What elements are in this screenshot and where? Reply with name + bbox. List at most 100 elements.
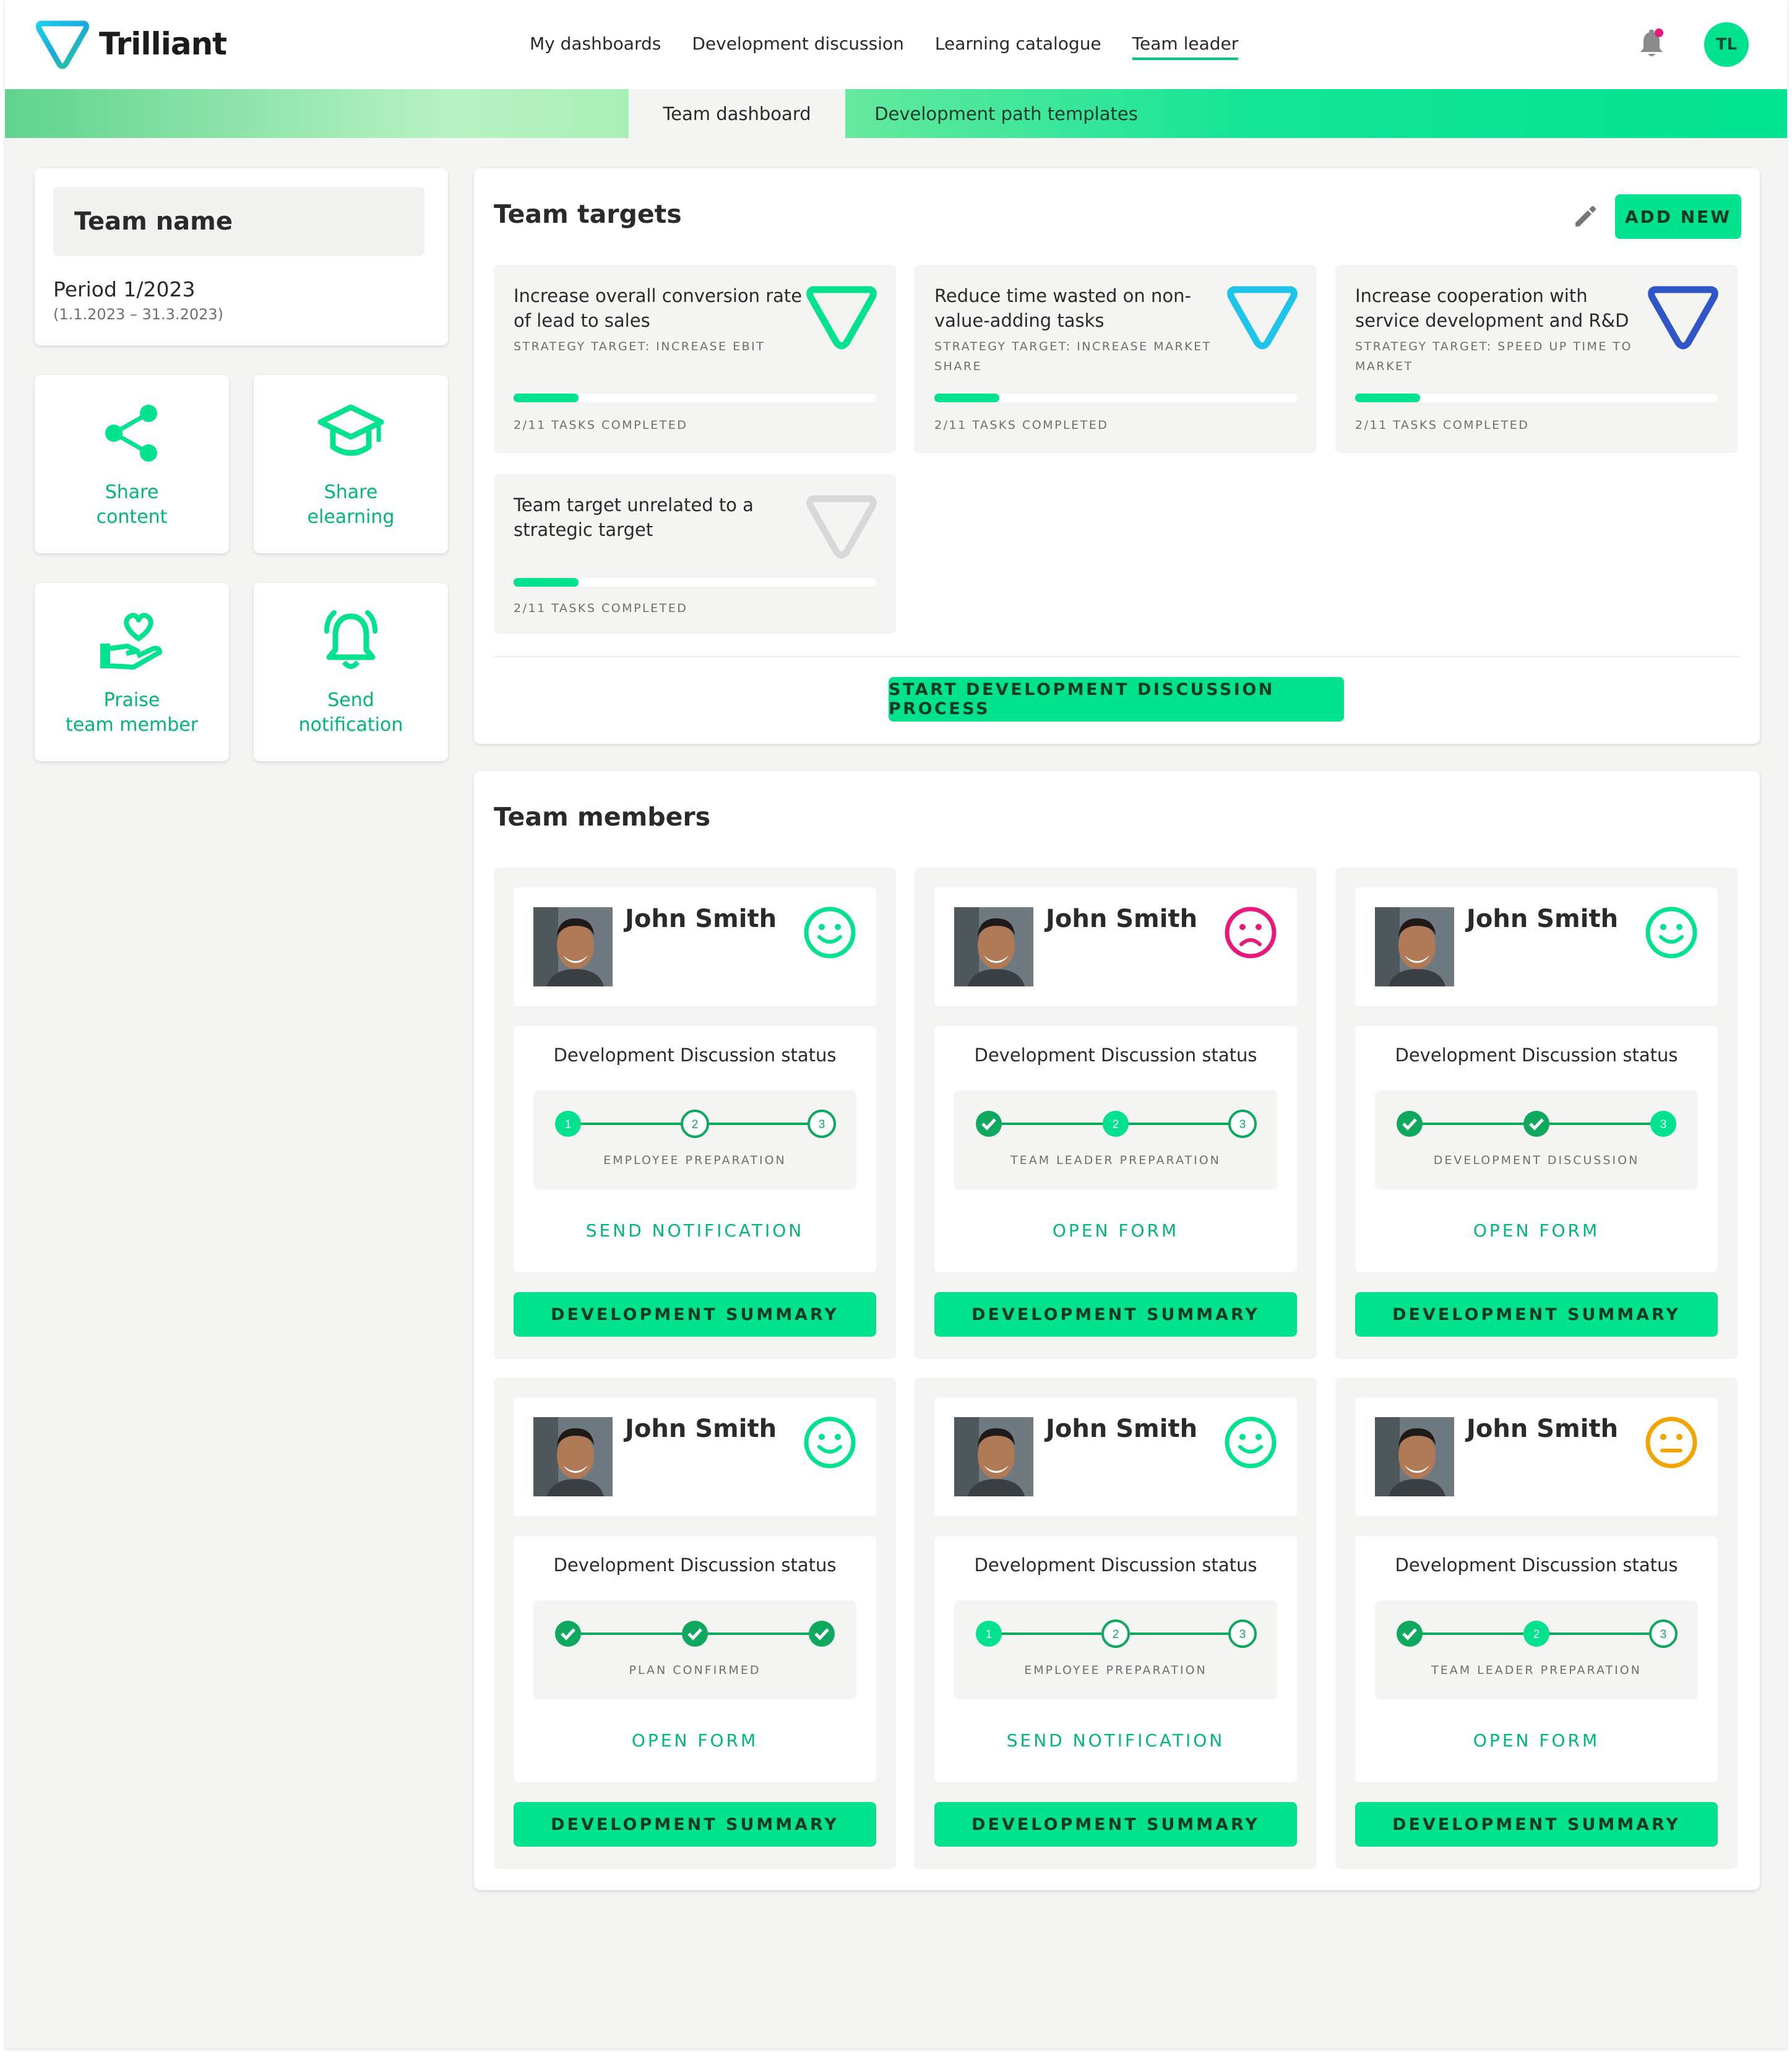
development-status-card: Development Discussion status 1 2 3 EMPLOY… [514,1026,876,1272]
happy-face-icon [1645,907,1697,959]
target-strategy: STRATEGY TARGET: INCREASE MARKET SHARE [934,340,1212,373]
start-development-discussion-button[interactable]: START DEVELOPMENT DISCUSSION PROCESS [889,677,1344,722]
development-status-card: Development Discussion status 1 2 3 EMPLOY… [934,1536,1297,1782]
nav-development-discussion[interactable]: Development discussion [692,33,904,60]
team-member-card: John Smith Development Discussion status… [915,1378,1317,1869]
pencil-edit-icon[interactable] [1570,203,1599,231]
member-action-link[interactable]: OPEN FORM [1355,1730,1718,1751]
target-progress-bar [934,394,1297,402]
target-card[interactable]: Increase cooperation with service develo… [1335,265,1738,453]
target-progress-fill [514,394,579,402]
share-elearning-button[interactable]: Share elearning [254,375,448,553]
member-action-link[interactable]: SEND NOTIFICATION [934,1730,1297,1751]
step-label: EMPLOYEE PREPARATION [603,1154,786,1167]
step-3-todo: 3 [808,1110,836,1138]
member-action-link[interactable]: OPEN FORM [514,1730,876,1751]
status-title: Development Discussion status [1395,1555,1678,1576]
member-photo [533,1417,613,1496]
share-content-label-line1: Share [105,481,159,503]
step-1-current: 1 [555,1111,581,1137]
tab-team-dashboard[interactable]: Team dashboard [629,89,845,138]
stepper-graphic: 3 [1397,1111,1676,1137]
development-summary-button[interactable]: DEVELOPMENT SUMMARY [1355,1802,1718,1847]
target-title: Increase cooperation with service develo… [1355,285,1629,331]
development-summary-button[interactable]: DEVELOPMENT SUMMARY [514,1292,876,1337]
development-summary-button[interactable]: DEVELOPMENT SUMMARY [934,1292,1297,1337]
happy-face-icon [804,907,856,959]
user-avatar[interactable]: TL [1704,22,1749,67]
brand-logo[interactable]: Trilliant [35,17,227,71]
add-new-target-button[interactable]: ADD NEW [1615,194,1741,239]
send-notification-button[interactable]: Send notification [254,583,448,761]
status-title: Development Discussion status [553,1555,837,1576]
member-header: John Smith [934,887,1297,1006]
step-label: PLAN CONFIRMED [629,1663,761,1677]
svg-text:2: 2 [1113,1118,1119,1131]
member-header: John Smith [1355,887,1718,1006]
status-stepper: 23 TEAM LEADER PREPARATION [954,1090,1277,1189]
member-name: John Smith [625,1415,777,1443]
target-strategy: STRATEGY TARGET: INCREASE EBIT [514,340,765,353]
notification-bell-icon[interactable] [1636,27,1667,62]
member-header: John Smith [514,887,876,1006]
share-icon [105,405,157,462]
member-photo [1375,1417,1454,1496]
status-stepper: 1 2 3 EMPLOYEE PREPARATION [533,1090,856,1189]
happy-face-icon [1225,1417,1277,1468]
praise-team-member-label: Praise team member [35,688,229,738]
development-status-card: Development Discussion status 3 DEVELOPM… [1355,1026,1718,1272]
sad-face-icon [1225,907,1277,959]
svg-text:3: 3 [819,1118,825,1131]
send-notification-label: Send notification [254,688,448,738]
praise-label-line2: team member [65,714,199,736]
status-stepper: 3 DEVELOPMENT DISCUSSION [1375,1090,1698,1189]
nav-my-dashboards[interactable]: My dashboards [530,33,661,60]
send-notification-label-line2: notification [298,714,403,736]
svg-text:2: 2 [1113,1628,1119,1641]
member-action-link[interactable]: SEND NOTIFICATION [514,1220,876,1241]
team-members-title: Team members [494,802,711,832]
period-range: (1.1.2023 – 31.3.2023) [53,306,224,323]
team-info-card: Team name Period 1/2023 (1.1.2023 – 31.3… [35,168,448,345]
step-label: EMPLOYEE PREPARATION [1024,1663,1207,1677]
share-content-label: Share content [35,480,229,530]
nav-learning-catalogue[interactable]: Learning catalogue [935,33,1101,60]
development-summary-button[interactable]: DEVELOPMENT SUMMARY [514,1802,876,1847]
top-navigation-bar: Trilliant My dashboards Development disc… [5,0,1787,89]
praise-team-member-button[interactable]: Praise team member [35,583,229,761]
step-1-current: 1 [976,1621,1002,1647]
target-card[interactable]: Reduce time wasted on non-value-adding t… [915,265,1317,453]
member-photo [533,907,613,986]
step-3-todo: 3 [1228,1110,1257,1138]
step-3-current: 3 [1650,1111,1676,1137]
team-member-card: John Smith Development Discussion status… [494,868,896,1359]
status-title: Development Discussion status [974,1045,1257,1066]
target-card[interactable]: Team target unrelated to a strategic tar… [494,474,896,634]
stepper-graphic: 1 2 3 [976,1619,1257,1648]
member-action-link[interactable]: OPEN FORM [934,1220,1297,1241]
member-name: John Smith [1046,1415,1198,1443]
target-triangle-icon [806,286,877,350]
target-card[interactable]: Increase overall conversion rate of lead… [494,265,896,453]
target-progress-text: 2/11 TASKS COMPLETED [514,602,688,615]
share-content-button[interactable]: Share content [35,375,229,553]
step-2-done [682,1621,708,1647]
member-header: John Smith [1355,1397,1718,1516]
target-title: Reduce time wasted on non-value-adding t… [934,285,1191,331]
target-progress-text: 2/11 TASKS COMPLETED [514,418,688,432]
svg-text:1: 1 [565,1118,572,1131]
period-label: Period 1/2023 [53,277,196,301]
team-member-card: John Smith Development Discussion status… [1335,868,1738,1359]
app-window: Trilliant My dashboards Development disc… [5,0,1787,2048]
target-title: Increase overall conversion rate of lead… [514,285,803,331]
svg-text:3: 3 [1239,1118,1246,1131]
tab-development-path-templates[interactable]: Development path templates [845,89,1167,138]
nav-team-leader[interactable]: Team leader [1132,33,1239,60]
sub-navigation-bar: Team dashboard Development path template… [5,89,1787,138]
target-progress-fill [934,394,1000,402]
step-1-done [976,1111,1002,1137]
member-action-link[interactable]: OPEN FORM [1355,1220,1718,1241]
development-summary-button[interactable]: DEVELOPMENT SUMMARY [934,1802,1297,1847]
share-elearning-label: Share elearning [254,480,448,530]
development-summary-button[interactable]: DEVELOPMENT SUMMARY [1355,1292,1718,1337]
